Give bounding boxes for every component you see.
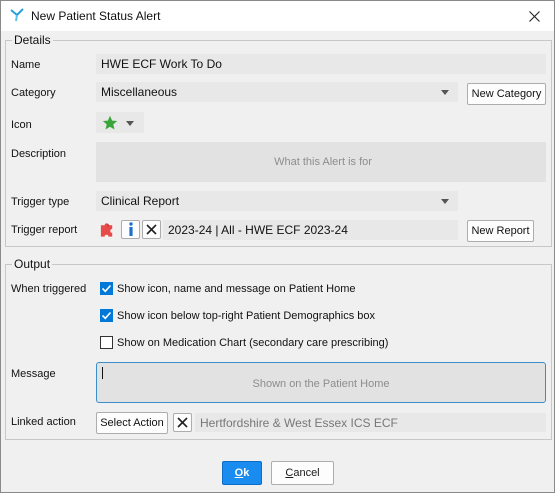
category-value: Miscellaneous xyxy=(101,85,178,99)
name-value: HWE ECF Work To Do xyxy=(101,57,222,71)
close-icon xyxy=(146,224,157,235)
ok-label: Ok xyxy=(234,467,250,479)
show-on-medication-chart-checkbox[interactable] xyxy=(100,336,113,349)
close-icon xyxy=(177,417,188,428)
report-picker-button[interactable] xyxy=(98,220,117,239)
clear-report-button[interactable] xyxy=(142,220,161,239)
message-input[interactable]: Shown on the Patient Home xyxy=(96,362,546,403)
name-label: Name xyxy=(11,59,41,71)
y-logo-icon xyxy=(10,8,24,22)
chevron-down-icon xyxy=(441,90,449,95)
icon-label: Icon xyxy=(11,119,32,131)
window-title: New Patient Status Alert xyxy=(31,9,161,23)
new-category-button[interactable]: New Category xyxy=(467,83,546,105)
checkmark-icon xyxy=(101,284,112,293)
trigger-type-label: Trigger type xyxy=(11,196,70,208)
text-caret xyxy=(102,367,103,379)
info-icon xyxy=(128,222,133,236)
description-placeholder: What this Alert is for xyxy=(274,156,372,168)
details-legend: Details xyxy=(12,33,53,47)
new-report-button[interactable]: New Report xyxy=(467,220,534,242)
dialog-window: New Patient Status Alert Details Name HW… xyxy=(0,0,555,493)
trigger-type-value: Clinical Report xyxy=(101,194,180,208)
message-label: Message xyxy=(11,368,56,380)
category-label: Category xyxy=(11,87,56,99)
when-triggered-label: When triggered xyxy=(11,283,87,295)
message-placeholder: Shown on the Patient Home xyxy=(252,377,390,390)
close-icon xyxy=(528,10,540,22)
checkmark-icon xyxy=(101,311,112,320)
chevron-down-icon xyxy=(126,120,134,126)
trigger-report-label: Trigger report xyxy=(11,224,78,236)
show-below-demographics-label[interactable]: Show icon below top-right Patient Demogr… xyxy=(117,310,375,322)
description-input[interactable]: What this Alert is for xyxy=(96,142,546,182)
chevron-down-icon xyxy=(441,199,449,204)
select-action-button[interactable]: Select Action xyxy=(96,412,168,434)
puzzle-icon xyxy=(100,222,113,237)
show-on-medication-chart-label[interactable]: Show on Medication Chart (secondary care… xyxy=(117,337,388,349)
description-label: Description xyxy=(11,148,67,160)
cancel-label: Cancel xyxy=(285,467,320,479)
show-on-patient-home-checkbox[interactable] xyxy=(100,282,113,295)
name-input[interactable]: HWE ECF Work To Do xyxy=(96,54,546,74)
report-info-button[interactable] xyxy=(121,220,140,239)
close-button[interactable] xyxy=(514,1,554,31)
trigger-report-value: 2023-24 | All - HWE ECF 2023-24 xyxy=(168,223,348,237)
clear-linked-action-button[interactable] xyxy=(173,413,192,432)
category-select[interactable]: Miscellaneous xyxy=(96,82,458,102)
cancel-button[interactable]: Cancel xyxy=(271,461,334,485)
green-star-icon xyxy=(102,115,118,129)
trigger-type-select[interactable]: Clinical Report xyxy=(96,191,458,211)
ok-button[interactable]: Ok xyxy=(222,461,262,485)
show-below-demographics-checkbox[interactable] xyxy=(100,309,113,322)
icon-select[interactable] xyxy=(96,112,144,133)
trigger-report-field: 2023-24 | All - HWE ECF 2023-24 xyxy=(163,220,458,240)
output-legend: Output xyxy=(12,257,53,271)
linked-action-field: Hertfordshire & West Essex ICS ECF xyxy=(195,413,546,432)
show-on-patient-home-label[interactable]: Show icon, name and message on Patient H… xyxy=(117,283,355,295)
title-bar: New Patient Status Alert xyxy=(1,1,554,31)
linked-action-value: Hertfordshire & West Essex ICS ECF xyxy=(200,415,398,430)
linked-action-label: Linked action xyxy=(11,416,76,428)
